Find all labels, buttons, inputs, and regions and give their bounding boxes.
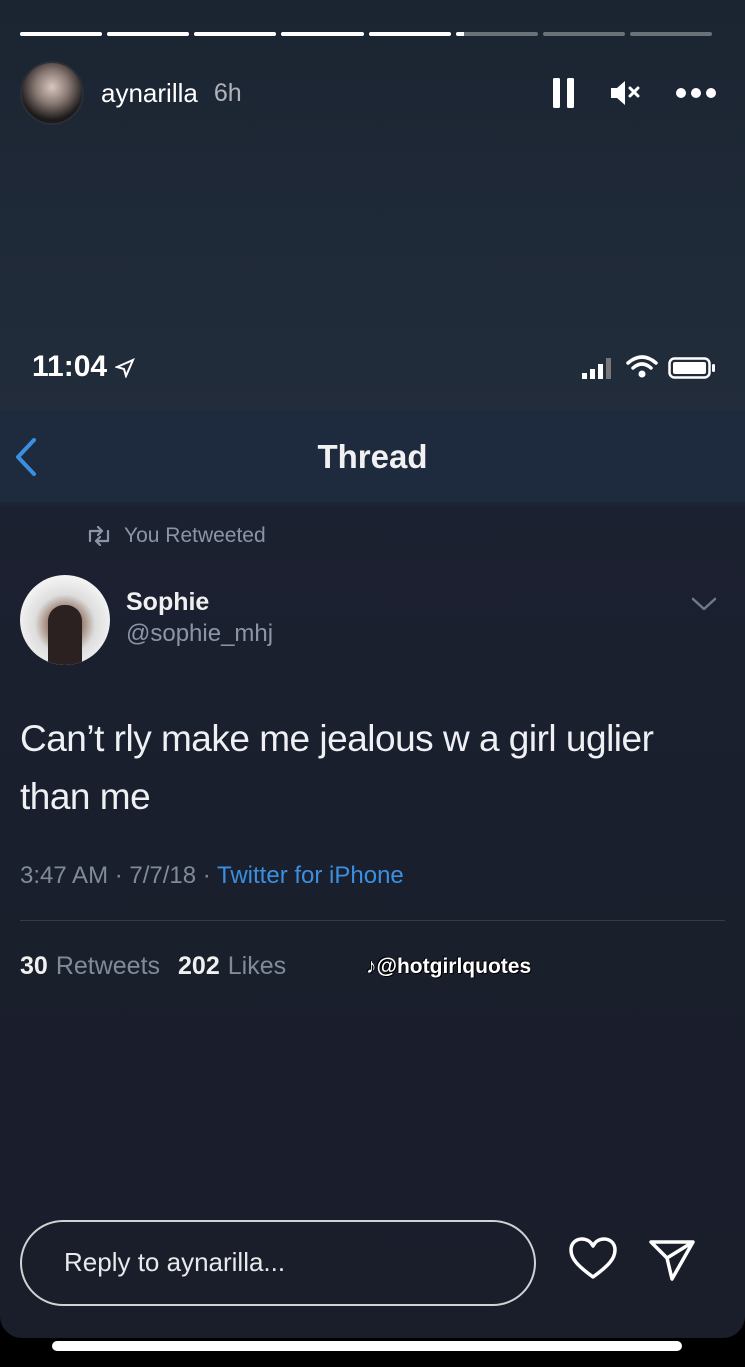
progress-segment [629, 32, 712, 36]
tiktok-watermark: ♪@hotgirlquotes [366, 955, 532, 978]
story-header: aynarilla 6h [20, 60, 725, 126]
progress-segment [20, 32, 103, 36]
page-title: Thread [317, 438, 428, 475]
progress-segment-fill [281, 32, 364, 36]
progress-segment-fill [368, 32, 451, 36]
story-progress-bar [20, 32, 712, 36]
inner-status-bar: 11:04 [0, 350, 745, 390]
tweet-meta: 3:47 AM · 7/7/18 · Twitter for iPhone [20, 862, 404, 890]
retweets-label[interactable]: Retweets [56, 952, 160, 981]
reply-input[interactable] [62, 1246, 506, 1279]
progress-segment [455, 32, 538, 36]
progress-segment-fill [107, 32, 190, 36]
progress-segment-fill [194, 32, 277, 36]
battery-icon [668, 357, 716, 384]
send-icon[interactable] [648, 1238, 696, 1287]
progress-segment [194, 32, 277, 36]
signal-icon [582, 356, 616, 385]
story-controls [553, 78, 725, 108]
retweet-indicator: You Retweeted [86, 524, 266, 548]
tweet-author-avatar[interactable] [20, 575, 110, 665]
tweet-stats: 30 Retweets 202 Likes [20, 952, 286, 981]
retweet-icon [88, 526, 110, 546]
tweet-author-handle[interactable]: @sophie_mhj [126, 620, 273, 648]
progress-segment [542, 32, 625, 36]
tweet-text: Can’t rly make me jealous w a girl uglie… [20, 718, 654, 817]
likes-label[interactable]: Likes [228, 952, 286, 981]
progress-segment-fill [20, 32, 103, 36]
location-arrow-icon [114, 358, 136, 379]
retweets-count[interactable]: 30 [20, 952, 48, 981]
home-indicator[interactable] [52, 1341, 682, 1351]
progress-segment [107, 32, 190, 36]
wifi-icon [626, 354, 658, 385]
pause-icon[interactable] [553, 78, 575, 108]
thread-nav-bar: Thread [0, 410, 745, 502]
story-username[interactable]: aynarilla [101, 78, 198, 109]
chevron-down-icon[interactable] [691, 596, 717, 617]
progress-segment [281, 32, 364, 36]
status-clock: 11:04 [32, 350, 136, 384]
progress-segment [368, 32, 451, 36]
tweet-author-name[interactable]: Sophie [126, 588, 209, 617]
divider [20, 920, 725, 921]
story-time: 6h [213, 78, 242, 107]
story-viewer: aynarilla 6h 11:04 Thread You Retweeted … [0, 0, 745, 1338]
avatar[interactable] [20, 61, 84, 125]
tweet-timestamp: 3:47 AM · 7/7/18 · [20, 862, 218, 889]
reply-field[interactable] [20, 1220, 536, 1306]
tweet-source-link[interactable]: Twitter for iPhone [217, 862, 404, 889]
likes-count[interactable]: 202 [178, 952, 220, 981]
speaker-muted-icon[interactable] [609, 79, 641, 107]
heart-icon[interactable] [568, 1236, 618, 1285]
progress-segment-fill [455, 32, 464, 36]
retweet-label: You Retweeted [124, 524, 266, 547]
tiktok-icon: ♪ [366, 955, 377, 978]
more-dots-icon[interactable] [675, 87, 717, 99]
